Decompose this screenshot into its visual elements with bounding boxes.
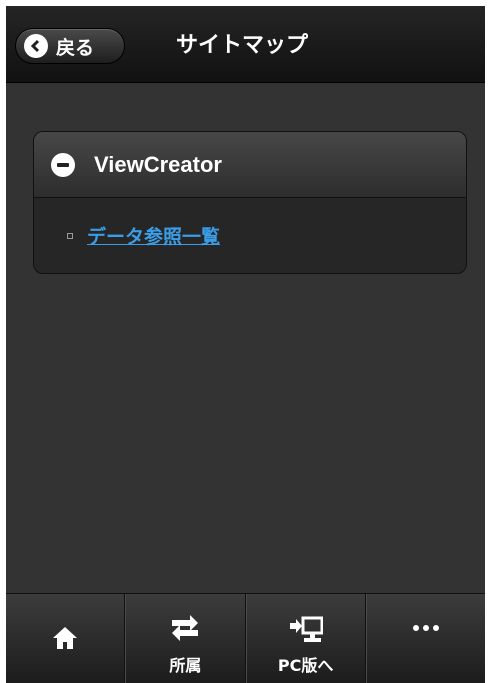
collapsible-title: ViewCreator	[94, 151, 222, 177]
sitemap-collapsible: ViewCreator データ参照一覧	[33, 131, 467, 274]
more-icon	[412, 624, 440, 632]
pc-switch-icon	[289, 616, 323, 644]
back-button-label: 戻る	[56, 36, 95, 59]
nav-more[interactable]	[365, 594, 485, 683]
bottom-navbar: 所属 PC版へ	[6, 593, 485, 683]
minus-icon	[51, 152, 75, 177]
nav-pc-version-label: PC版へ	[277, 656, 334, 675]
nav-pc-version[interactable]: PC版へ	[245, 594, 366, 683]
home-icon	[52, 626, 78, 650]
collapsible-header[interactable]: ViewCreator	[34, 132, 466, 198]
nav-affiliation-label: 所属	[169, 656, 202, 675]
collapsible-content: データ参照一覧	[34, 198, 466, 273]
swap-arrows-icon	[170, 614, 200, 642]
nav-affiliation[interactable]: 所属	[125, 594, 246, 683]
app-screen: 戻る サイトマップ ViewCreator データ参照一覧 所属 PC版へ	[6, 6, 485, 683]
page-title: サイトマップ	[176, 33, 309, 58]
back-button[interactable]: 戻る	[15, 28, 125, 64]
header-bar: 戻る サイトマップ	[6, 6, 485, 83]
bullet-icon	[67, 232, 73, 239]
data-reference-list-link[interactable]: データ参照一覧	[87, 222, 220, 249]
chevron-left-icon	[24, 34, 48, 58]
nav-home[interactable]	[6, 594, 126, 683]
